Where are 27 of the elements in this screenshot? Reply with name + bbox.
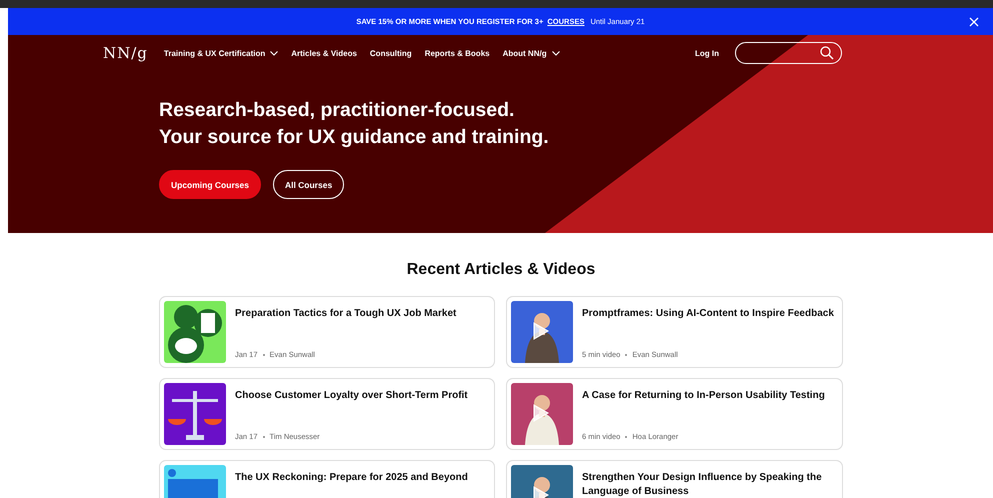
card-title[interactable]: Choose Customer Loyalty over Short-Term Profit [235,389,468,403]
close-icon[interactable] [969,17,979,27]
hero-headline: Research-based, practitioner-focused. [159,98,516,123]
upcoming-courses-button[interactable]: Upcoming Courses [159,170,261,199]
all-courses-button[interactable]: All Courses [272,170,344,199]
chevron-down-icon [270,50,278,56]
logo[interactable]: NN/g [103,44,148,62]
login-link[interactable]: Log In [695,48,719,58]
nav-link[interactable]: Reports & Books [424,48,490,58]
article-card[interactable]: The UX Reckoning: Prepare for 2025 and Beyond [159,460,495,498]
search-icon [820,46,834,60]
search-field[interactable] [735,42,842,64]
card-title[interactable]: Strengthen Your Design Influence by Speaking the Language of Business [582,471,838,498]
nav-link[interactable]: Training & UX Certification [164,48,278,58]
article-card[interactable]: Strengthen Your Design Influence by Speaking the Language of Business [506,460,843,498]
card-title[interactable]: Preparation Tactics for a Tough UX Job Market [235,307,456,321]
play-icon[interactable] [533,404,549,422]
hero-headline: Your source for UX guidance and training. [159,125,550,150]
section-title: Recent Articles & Videos [406,261,596,279]
card-title[interactable]: Promptframes: Using AI-Content to Inspire Feedback [582,307,834,321]
nav-link[interactable]: About NN/g [502,48,560,58]
nav-link[interactable]: Consulting [370,48,412,58]
nav-link[interactable]: Articles & Videos [291,48,357,58]
play-icon[interactable] [533,322,549,340]
card-title[interactable]: The UX Reckoning: Prepare for 2025 and Beyond [235,471,468,485]
chevron-down-icon [552,50,560,56]
card-title[interactable]: A Case for Returning to In-Person Usability Testing [582,389,825,403]
